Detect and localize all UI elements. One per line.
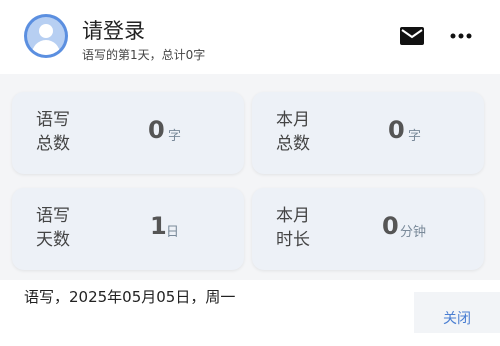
stat-value: 0 xyxy=(382,212,399,240)
stat-value: 1 xyxy=(150,212,167,240)
stat-label-line1: 语写 xyxy=(36,110,70,130)
stat-label: 语写 总数 xyxy=(36,108,78,156)
stat-unit: 日 xyxy=(166,225,180,240)
page-subtitle: 语写的第1天，总计0字 xyxy=(82,48,206,62)
header-divider xyxy=(0,74,500,84)
header: 请登录 语写的第1天，总计0字 xyxy=(0,0,500,74)
avatar-inner xyxy=(27,17,65,55)
stat-label-line2: 总数 xyxy=(276,134,310,154)
close-button[interactable]: 关闭 xyxy=(414,292,500,333)
stat-label-line2: 天数 xyxy=(36,230,70,250)
stat-label: 本月 总数 xyxy=(276,108,318,156)
stat-label: 语写 天数 xyxy=(36,204,78,252)
stat-card-total-words: 语写 总数 0 字 xyxy=(12,92,244,174)
stat-label: 本月 时长 xyxy=(276,204,318,252)
stats-grid: 语写 总数 0 字 本月 总数 0 字 语写 天数 1 日 本月 时长 0 分钟 xyxy=(0,84,500,280)
stat-value: 0 xyxy=(388,116,405,144)
avatar-head xyxy=(39,24,53,38)
mail-icon[interactable] xyxy=(400,27,424,45)
avatar-body xyxy=(32,40,60,55)
stat-unit: 字 xyxy=(408,129,422,144)
page-title[interactable]: 请登录 xyxy=(82,15,145,45)
stat-label-line2: 时长 xyxy=(276,230,310,250)
stat-label-line2: 总数 xyxy=(36,134,70,154)
stat-unit: 字 xyxy=(168,129,182,144)
stat-label-line1: 本月 xyxy=(276,206,310,226)
stat-card-month-words: 本月 总数 0 字 xyxy=(252,92,484,174)
stat-card-days: 语写 天数 1 日 xyxy=(12,188,244,270)
stat-label-line1: 语写 xyxy=(36,206,70,226)
user-avatar-icon[interactable] xyxy=(24,14,68,58)
stat-unit: 分钟 xyxy=(400,225,427,240)
stat-label-line1: 本月 xyxy=(276,110,310,130)
stat-card-month-duration: 本月 时长 0 分钟 xyxy=(252,188,484,270)
stat-value: 0 xyxy=(148,116,165,144)
more-icon[interactable] xyxy=(448,26,474,46)
date-label: 语写，2025年05月05日，周一 xyxy=(24,288,236,306)
